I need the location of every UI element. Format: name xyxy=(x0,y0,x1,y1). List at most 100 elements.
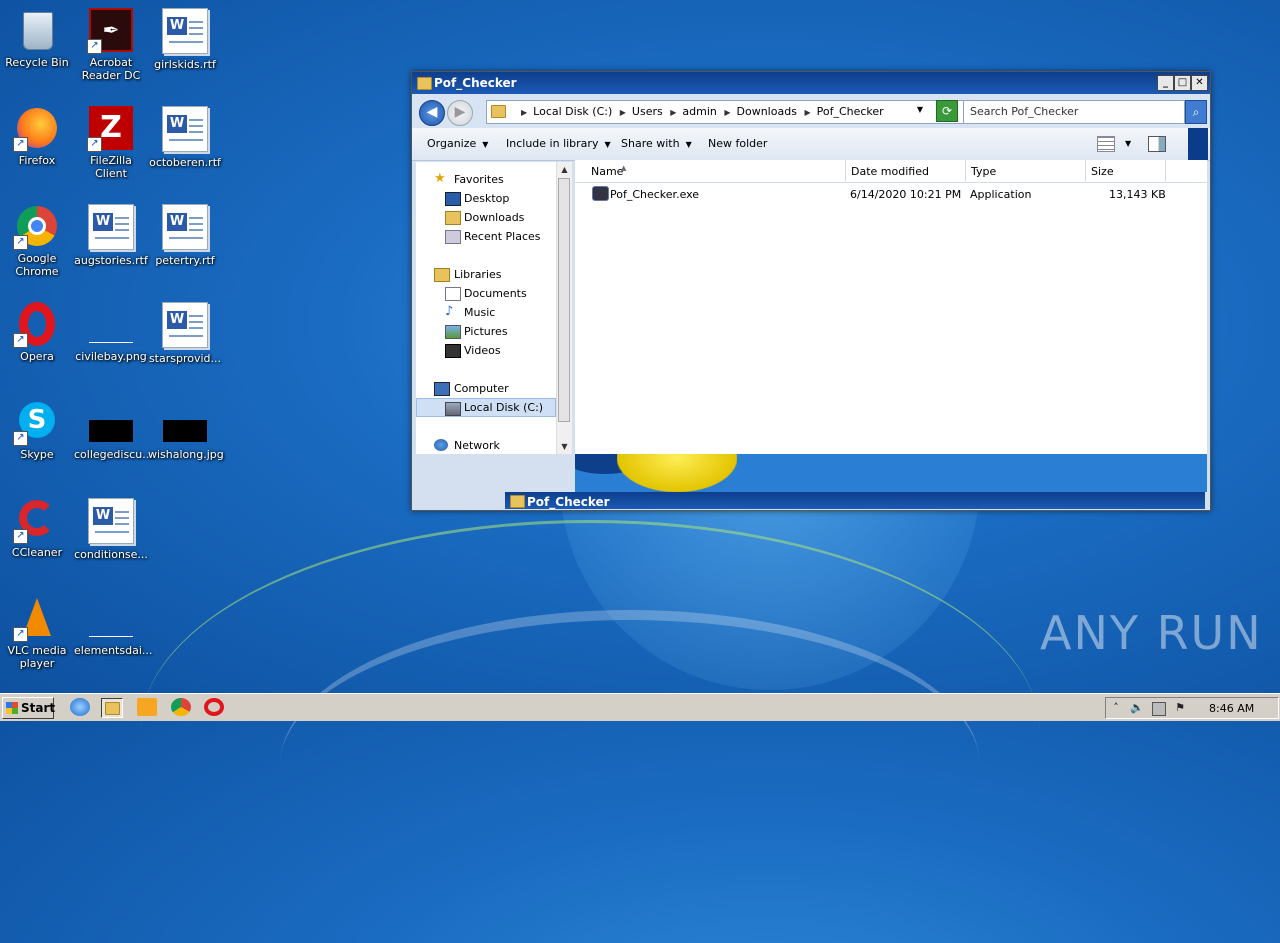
nav-item-desktop[interactable]: Desktop xyxy=(416,189,556,208)
column-header-size[interactable]: Size xyxy=(1085,160,1166,182)
breadcrumb-item[interactable]: Users xyxy=(632,105,663,118)
downloads-folder-icon xyxy=(445,211,461,225)
media-player-icon[interactable] xyxy=(137,698,157,716)
inner-window-titlebar[interactable]: Pof_Checker xyxy=(505,492,1205,509)
file-date: 6/14/2020 10:21 PM xyxy=(850,188,962,201)
desktop-icon-vlc[interactable]: ↗ VLC media player xyxy=(0,596,74,670)
desktop-icon-label: elementsdai... xyxy=(74,644,153,657)
scroll-up-arrow[interactable]: ▲ xyxy=(557,162,572,177)
start-button[interactable]: Start xyxy=(2,697,55,719)
back-button[interactable]: ◀ xyxy=(419,100,445,126)
desktop-icon-starsprovid[interactable]: W starsprovid... xyxy=(148,302,222,365)
desktop-icon-augstories[interactable]: W augstories.rtf xyxy=(74,204,148,267)
recycle-bin-icon xyxy=(15,8,59,52)
desktop-icon-opera[interactable]: ↗ Opera xyxy=(0,302,74,363)
organize-button[interactable]: Organize ▼ xyxy=(427,137,488,150)
file-row[interactable]: Pof_Checker.exe 6/14/2020 10:21 PM Appli… xyxy=(575,182,1175,204)
nav-item-network[interactable]: Network xyxy=(416,436,556,455)
search-input[interactable]: Search Pof_Checker xyxy=(963,100,1185,124)
refresh-button[interactable]: ⟳ xyxy=(936,100,958,122)
desktop-icon-filezilla[interactable]: Z ↗ FileZilla Client xyxy=(74,106,148,180)
view-dropdown-icon[interactable]: ▼ xyxy=(1125,139,1131,148)
nav-item-videos[interactable]: Videos xyxy=(416,341,556,360)
column-header-name[interactable]: Name ▲ xyxy=(575,160,846,182)
desktop-icon-ccleaner[interactable]: ↗ CCleaner xyxy=(0,498,74,559)
close-button[interactable]: ✕ xyxy=(1191,75,1208,91)
nav-item-computer[interactable]: Computer xyxy=(416,379,556,398)
word-document-icon: W xyxy=(88,498,134,544)
desktop-icon-label: Firefox xyxy=(18,154,56,167)
network-tray-icon[interactable] xyxy=(1152,702,1166,716)
nav-item-documents[interactable]: Documents xyxy=(416,284,556,303)
preview-pane-icon[interactable] xyxy=(1148,136,1166,152)
word-document-icon: W xyxy=(162,204,208,250)
desktop-icon-civilebay[interactable]: civilebay.png xyxy=(74,302,148,363)
desktop-icon-chrome[interactable]: ↗ Google Chrome xyxy=(0,204,74,278)
file-size: 13,143 KB xyxy=(1109,188,1166,201)
nav-scrollbar[interactable]: ▲ ▼ xyxy=(556,162,572,454)
ccleaner-icon: ↗ xyxy=(13,498,59,544)
desktop-icon-label: Skype xyxy=(20,448,54,461)
breadcrumb-item[interactable]: Downloads xyxy=(737,105,797,118)
explorer-window[interactable]: Pof_Checker _ □ ✕ ◀ ▶ ▶ Local Disk (C:) ▶… xyxy=(411,71,1211,511)
share-with-button[interactable]: Share with ▼ xyxy=(621,137,692,150)
minimize-button[interactable]: _ xyxy=(1157,75,1174,91)
opera-taskbar-icon[interactable] xyxy=(204,698,224,716)
nav-item-music[interactable]: ♪ Music xyxy=(416,303,556,322)
address-dropdown-icon[interactable]: ▼ xyxy=(917,105,923,114)
folder-icon xyxy=(417,77,432,90)
scroll-down-arrow[interactable]: ▼ xyxy=(557,439,572,454)
nav-item-favorites[interactable]: ★ Favorites xyxy=(416,170,556,189)
word-document-icon: W xyxy=(88,204,134,250)
desktop-icon-firefox[interactable]: ↗ Firefox xyxy=(0,106,74,167)
view-options-icon[interactable] xyxy=(1097,136,1115,152)
desktop-icon-elementsdai[interactable]: elementsdai... xyxy=(74,596,153,657)
word-document-icon: W xyxy=(162,302,208,348)
navigation-pane: ★ Favorites Desktop Downloads Recent Pla… xyxy=(416,162,556,454)
clock[interactable]: 8:46 AM xyxy=(1209,702,1254,715)
desktop-icon-acrobat[interactable]: ✒ ↗ Acrobat Reader DC xyxy=(74,8,148,82)
chrome-taskbar-icon[interactable] xyxy=(171,698,191,716)
search-icon[interactable]: ⌕ xyxy=(1185,100,1207,124)
star-icon: ★ xyxy=(434,171,446,186)
volume-icon[interactable]: 🔈 xyxy=(1130,702,1144,714)
desktop-icon-petertry[interactable]: W petertry.rtf xyxy=(148,204,222,267)
maximize-button[interactable]: □ xyxy=(1174,75,1191,91)
explorer-taskbar-button[interactable] xyxy=(101,698,123,718)
desktop-icon-wishalong[interactable]: wishalong.jpg xyxy=(148,400,224,461)
file-list: Name ▲ Date modified Type Size Pof_Check… xyxy=(575,160,1207,454)
vlc-icon: ↗ xyxy=(13,596,59,642)
file-name: Pof_Checker.exe xyxy=(610,188,700,201)
nav-item-libraries[interactable]: Libraries xyxy=(416,265,556,284)
new-folder-button[interactable]: New folder xyxy=(708,137,767,150)
window-titlebar[interactable]: Pof_Checker _ □ ✕ xyxy=(412,72,1210,94)
desktop-icon-recycle-bin[interactable]: Recycle Bin xyxy=(0,8,74,69)
breadcrumb-item[interactable]: Pof_Checker xyxy=(817,105,884,118)
breadcrumb-item[interactable]: Local Disk (C:) xyxy=(533,105,612,118)
column-header-type[interactable]: Type xyxy=(965,160,1086,182)
column-header-date[interactable]: Date modified xyxy=(845,160,966,182)
desktop-icon-conditionse[interactable]: W conditionse... xyxy=(74,498,148,561)
address-bar[interactable]: ▶ Local Disk (C:) ▶ Users ▶ admin ▶ Download… xyxy=(486,100,964,124)
help-icon[interactable] xyxy=(1188,128,1208,160)
desktop-icon-skype[interactable]: S ↗ Skype xyxy=(0,400,74,461)
folder-icon xyxy=(491,105,506,118)
sort-ascending-icon: ▲ xyxy=(621,164,627,172)
nav-item-pictures[interactable]: Pictures xyxy=(416,322,556,341)
desktop-icon-girlskids[interactable]: W girlskids.rtf xyxy=(148,8,222,71)
show-hidden-icons-icon[interactable]: ˄ xyxy=(1110,702,1122,714)
action-center-flag-icon[interactable]: ⚑ xyxy=(1174,702,1186,714)
internet-explorer-icon[interactable] xyxy=(70,698,90,716)
nav-item-local-disk[interactable]: Local Disk (C:) xyxy=(416,398,556,417)
breadcrumb-item[interactable]: admin xyxy=(682,105,716,118)
nav-item-recent-places[interactable]: Recent Places xyxy=(416,227,556,246)
pictures-icon xyxy=(445,325,461,339)
scrollbar-thumb[interactable] xyxy=(558,178,570,422)
forward-button[interactable]: ▶ xyxy=(447,100,473,126)
nav-item-downloads[interactable]: Downloads xyxy=(416,208,556,227)
desktop-icon-label: girlskids.rtf xyxy=(154,58,216,71)
desktop-icon-label: Recycle Bin xyxy=(5,56,69,69)
desktop-icon-collegediscu[interactable]: collegediscu... xyxy=(74,400,153,461)
include-in-library-button[interactable]: Include in library ▼ xyxy=(506,137,611,150)
desktop-icon-octoberen[interactable]: W octoberen.rtf xyxy=(148,106,222,169)
